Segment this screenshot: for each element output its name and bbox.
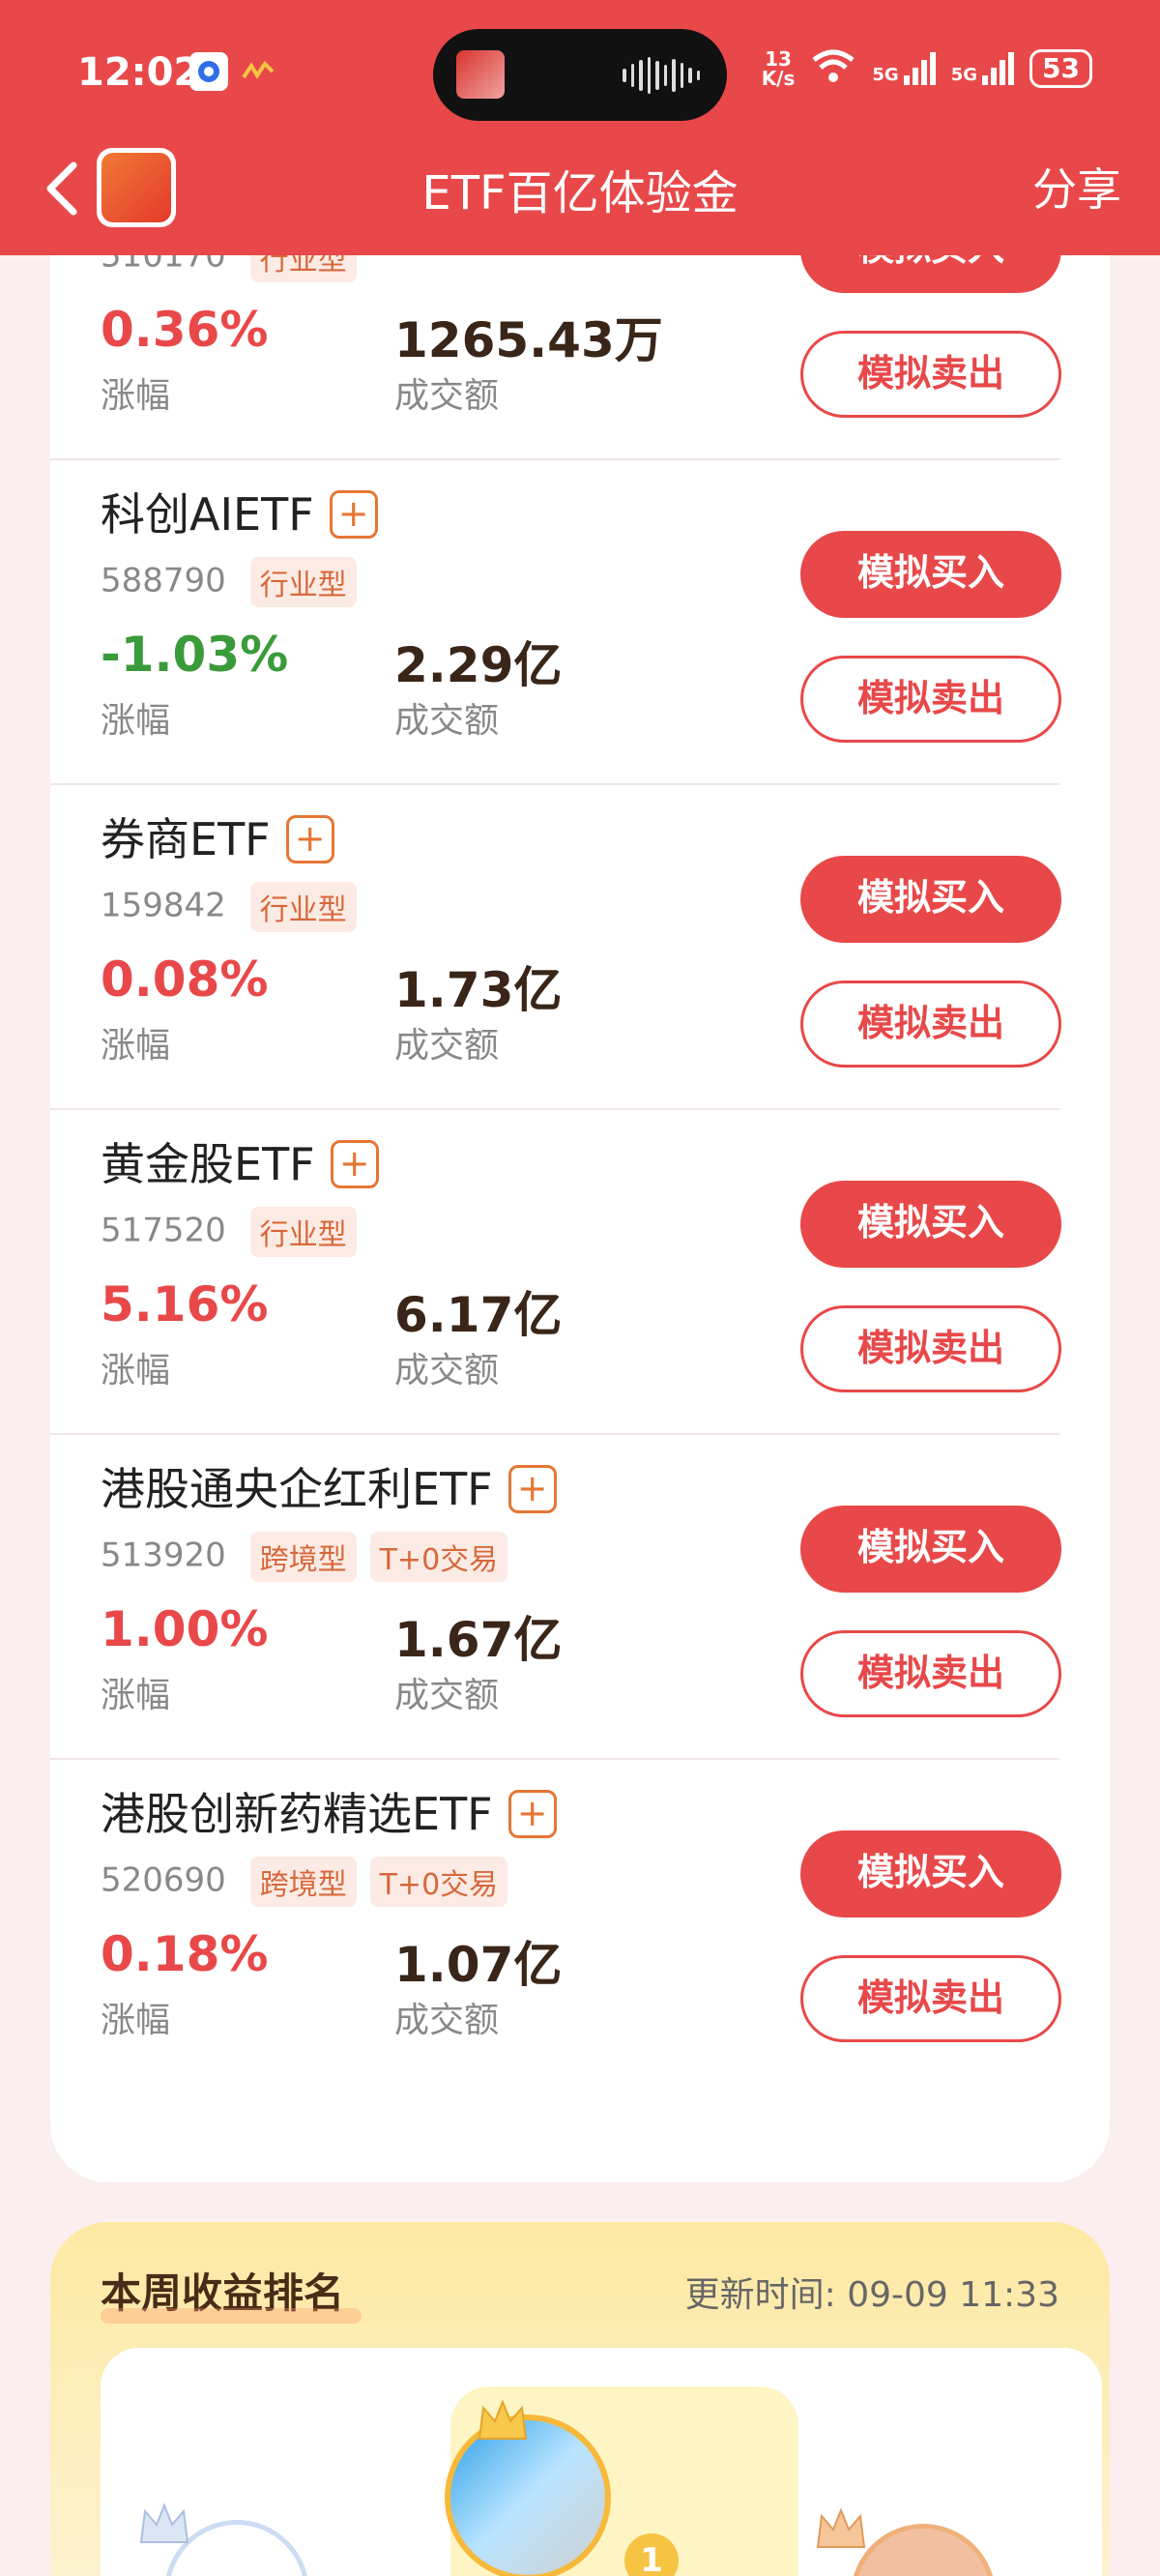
etf-tag: 跨境型: [249, 1532, 357, 1582]
status-right: 13 K/s 5G 5G 53: [762, 46, 1092, 91]
dynamic-island: [433, 29, 727, 121]
volume-label: 成交额: [394, 376, 500, 416]
add-watchlist-icon[interactable]: +: [508, 1789, 557, 1838]
etf-code-line: 159842 行业型: [101, 882, 357, 932]
etf-list-card: 大宗商品ETF+ 510170 行业型 0.36% 涨幅 1265.43万 成交…: [50, 163, 1110, 2182]
etf-code-line: 588790 行业型: [101, 557, 357, 607]
etf-volume: 1.07亿: [394, 1937, 563, 1993]
add-watchlist-icon[interactable]: +: [330, 1139, 379, 1188]
nav-bar: ETF百亿体验金 分享: [0, 145, 1160, 232]
etf-name-text: 科创AIETF: [101, 488, 314, 541]
etf-change: 0.36%: [101, 302, 269, 358]
crown-icon: [474, 2396, 532, 2444]
etf-code-line: 520690 跨境型 T+0交易: [101, 1857, 508, 1907]
volume-label: 成交额: [394, 2001, 500, 2040]
simulated-sell-button[interactable]: 模拟卖出: [800, 1305, 1061, 1392]
change-label: 涨幅: [101, 1026, 171, 1066]
volume-label: 成交额: [394, 1351, 500, 1390]
etf-code: 588790: [101, 561, 226, 600]
simulated-buy-button[interactable]: 模拟买入: [800, 531, 1061, 618]
etf-volume: 6.17亿: [394, 1287, 563, 1343]
etf-row[interactable]: 港股创新药精选ETF + 520690 跨境型 T+0交易 0.18% 涨幅 1.0…: [50, 1760, 1061, 2085]
simulated-buy-button[interactable]: 模拟买入: [800, 1181, 1061, 1268]
etf-code-line: 517520 行业型: [101, 1207, 357, 1257]
etf-tag: T+0交易: [369, 1857, 508, 1907]
change-label: 涨幅: [101, 2001, 171, 2040]
simulated-sell-button[interactable]: 模拟卖出: [800, 981, 1061, 1068]
etf-row[interactable]: 港股通央企红利ETF + 513920 跨境型 T+0交易 1.00% 涨幅 1.6…: [50, 1435, 1061, 1760]
etf-name: 港股创新药精选ETF +: [101, 1779, 557, 1843]
simulated-buy-button[interactable]: 模拟买入: [800, 1506, 1061, 1593]
etf-tag: 行业型: [249, 557, 357, 607]
etf-row[interactable]: 黄金股ETF + 517520 行业型 5.16% 涨幅 6.17亿 成交额 模拟…: [50, 1110, 1061, 1435]
etf-name: 券商ETF +: [101, 805, 334, 868]
stock-notification-icon: [240, 52, 278, 91]
change-label: 涨幅: [101, 1676, 171, 1715]
add-watchlist-icon[interactable]: +: [329, 489, 378, 539]
volume-label: 成交额: [394, 1676, 500, 1715]
etf-change: 0.18%: [101, 1926, 269, 1982]
etf-name-text: 券商ETF: [101, 813, 271, 865]
etf-code: 517520: [101, 1211, 226, 1250]
ranking-update-time: 更新时间: 09-09 11:33: [684, 2275, 1059, 2315]
crown-icon: [812, 2504, 870, 2553]
simulated-sell-button[interactable]: 模拟卖出: [800, 1955, 1061, 2042]
media-thumbnail: [456, 50, 505, 99]
audio-wave-icon: [623, 56, 700, 95]
etf-name: 黄金股ETF +: [101, 1129, 379, 1193]
crown-icon: [135, 2500, 193, 2548]
simulated-sell-button[interactable]: 模拟卖出: [800, 656, 1061, 743]
etf-change: 0.08%: [101, 951, 269, 1008]
etf-tag: 行业型: [249, 1207, 357, 1257]
status-bar: 12:02 13 K/s 5G 5G 53: [0, 29, 1160, 121]
wifi-icon: [810, 46, 856, 91]
simulated-buy-button[interactable]: 模拟买入: [800, 1830, 1061, 1917]
etf-change: 1.00%: [101, 1601, 269, 1657]
etf-change: 5.16%: [101, 1276, 269, 1332]
etf-name: 科创AIETF +: [101, 480, 378, 543]
app-header: 12:02 13 K/s 5G 5G 53 ETF百亿体验金 分享: [0, 0, 1160, 255]
etf-row[interactable]: 科创AIETF + 588790 行业型 -1.03% 涨幅 2.29亿 成交额 …: [50, 460, 1061, 785]
simulated-buy-button[interactable]: 模拟买入: [800, 856, 1061, 943]
etf-volume: 1265.43万: [394, 312, 663, 368]
change-label: 涨幅: [101, 1351, 171, 1390]
etf-code: 520690: [101, 1860, 226, 1900]
etf-name-text: 港股创新药精选ETF: [101, 1788, 493, 1840]
etf-tag: T+0交易: [369, 1532, 508, 1582]
etf-name-text: 港股通央企红利ETF: [101, 1463, 493, 1515]
signal-icon-2: 5G: [951, 52, 1015, 85]
etf-code: 513920: [101, 1536, 226, 1575]
etf-code: 159842: [101, 886, 226, 925]
add-watchlist-icon[interactable]: +: [285, 814, 334, 864]
net-speed: 13 K/s: [761, 47, 796, 90]
add-watchlist-icon[interactable]: +: [508, 1464, 557, 1513]
etf-name-text: 黄金股ETF: [101, 1138, 315, 1190]
etf-volume: 1.67亿: [394, 1612, 563, 1668]
change-label: 涨幅: [101, 701, 171, 741]
change-label: 涨幅: [101, 376, 171, 416]
etf-row[interactable]: 券商ETF + 159842 行业型 0.08% 涨幅 1.73亿 成交额 模拟买…: [50, 785, 1061, 1110]
simulated-sell-button[interactable]: 模拟卖出: [800, 331, 1061, 418]
volume-label: 成交额: [394, 701, 500, 741]
signal-icon-1: 5G: [872, 52, 936, 85]
etf-volume: 1.73亿: [394, 962, 563, 1018]
battery-indicator: 53: [1030, 49, 1092, 88]
etf-tag: 行业型: [249, 882, 357, 932]
page-title: ETF百亿体验金: [421, 166, 739, 220]
share-button[interactable]: 分享: [1032, 155, 1121, 219]
status-time: 12:02: [77, 50, 201, 95]
simulated-sell-button[interactable]: 模拟卖出: [800, 1630, 1061, 1717]
volume-label: 成交额: [394, 1026, 500, 1066]
etf-name: 港股通央企红利ETF +: [101, 1454, 557, 1518]
etf-change: -1.03%: [101, 627, 289, 683]
app-notification-icon: [189, 52, 228, 91]
etf-tag: 跨境型: [249, 1857, 357, 1907]
ranking-title: 本周收益排名: [101, 2261, 362, 2324]
etf-volume: 2.29亿: [394, 637, 563, 693]
etf-code-line: 513920 跨境型 T+0交易: [101, 1532, 508, 1582]
